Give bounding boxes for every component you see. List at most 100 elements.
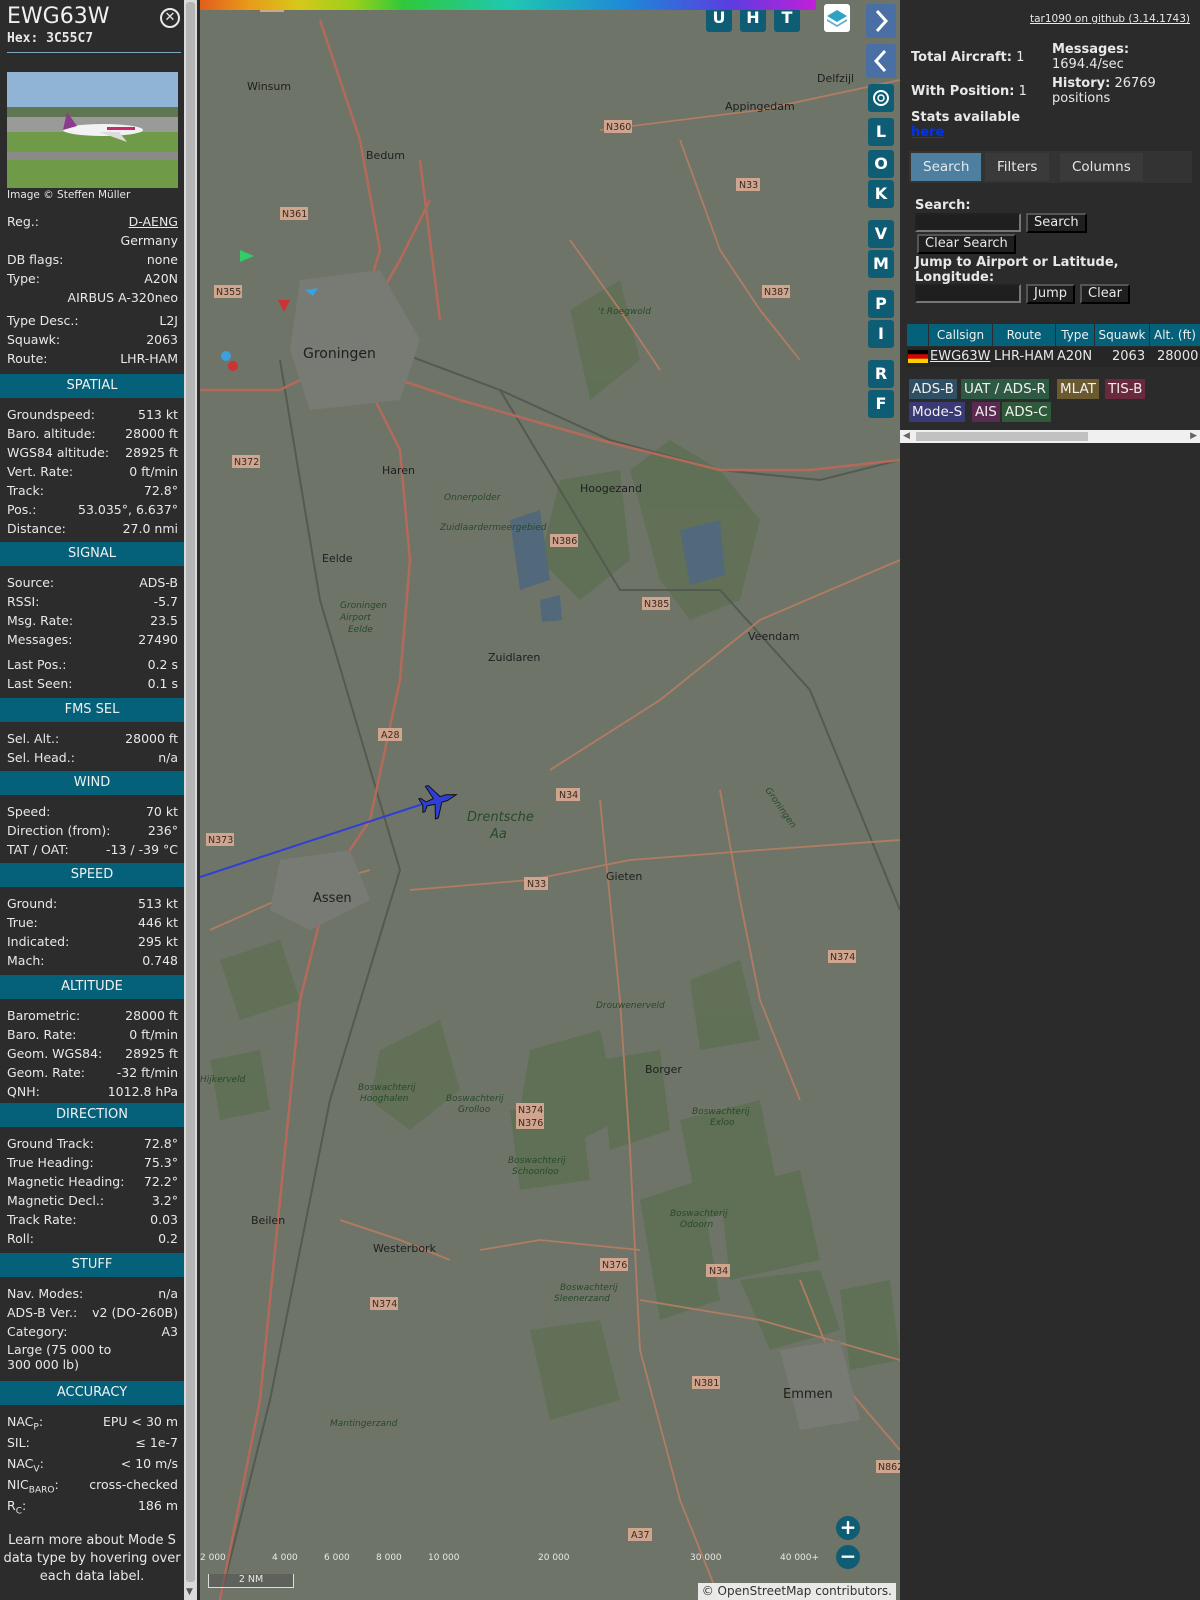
toggle-o-button[interactable]: O	[868, 150, 894, 178]
svg-text:Boswachterij: Boswachterij	[692, 1107, 750, 1117]
info-row: Sel. Alt.: 28000 ft	[7, 730, 178, 748]
table-header-squawk[interactable]: Squawk	[1095, 324, 1149, 346]
legend-mode-s[interactable]: Mode-S	[909, 402, 966, 422]
aircraft-marker[interactable]	[240, 250, 254, 262]
legend-ais[interactable]: AIS	[972, 402, 1000, 422]
total-aircraft-stat: Total Aircraft: 1	[911, 50, 1024, 65]
info-row-value: 236°	[147, 823, 178, 838]
svg-text:N33: N33	[527, 879, 546, 890]
info-row: Geom. WGS84: 28925 ft	[7, 1045, 178, 1063]
legend-ads-c[interactable]: ADS-C	[1002, 402, 1051, 422]
toggle-r-button[interactable]: R	[868, 360, 894, 388]
zoom-out-button[interactable]: −	[836, 1545, 860, 1569]
map-view[interactable]: Winsum Bedum Delfzijl Appingedam Groning…	[200, 0, 900, 1600]
info-row: True: 446 kt	[7, 914, 178, 932]
layers-icon[interactable]	[824, 4, 850, 32]
stats-label: Stats available	[911, 110, 1021, 125]
tab-columns[interactable]: Columns	[1060, 153, 1143, 181]
info-row: Track Rate: 0.03	[7, 1211, 178, 1229]
info-row: Nav. Modes: n/a	[7, 1285, 178, 1303]
search-button[interactable]: Search	[1026, 213, 1087, 233]
info-row-label: SIL:	[7, 1435, 30, 1450]
legend-tis-b[interactable]: TIS-B	[1105, 379, 1146, 399]
altitude-scale-labels: 2 000 4 000 6 000 8 000 10 000 20 000 30…	[200, 1553, 830, 1565]
selected-callsign: EWG63W	[7, 4, 110, 29]
stats-available: Stats available here	[911, 110, 1020, 140]
info-row-label: Vert. Rate:	[7, 464, 74, 479]
tab-search[interactable]: Search	[911, 153, 982, 181]
chevron-left-icon[interactable]	[866, 44, 896, 78]
table-horizontal-scrollbar[interactable]: ◀ ▶	[900, 430, 1200, 443]
table-header-altitude[interactable]: Alt. (ft)	[1150, 324, 1200, 346]
svg-text:Boswachterij: Boswachterij	[446, 1094, 504, 1104]
toggle-i-button[interactable]: I	[868, 320, 894, 348]
panel-tabs: Search Filters Columns	[909, 151, 1192, 183]
svg-text:N862: N862	[878, 1462, 900, 1473]
svg-text:Eelde: Eelde	[322, 552, 353, 565]
history-label: History:	[1052, 76, 1111, 91]
info-row-label: True:	[7, 915, 38, 930]
info-row-value: 446 kt	[138, 915, 178, 930]
section-header-wind: WIND	[0, 771, 184, 795]
info-row-value: 0 ft/min	[129, 464, 178, 479]
info-row-label: ADS-B Ver.:	[7, 1305, 78, 1320]
jump-input[interactable]	[915, 284, 1021, 303]
table-header-route[interactable]: Route	[993, 324, 1055, 346]
svg-text:Aa: Aa	[489, 827, 507, 842]
map-attribution[interactable]: © OpenStreetMap contributors.	[697, 1583, 896, 1600]
table-header-type[interactable]: Type	[1056, 324, 1094, 346]
gear-icon[interactable]	[868, 84, 894, 112]
jump-button[interactable]: Jump	[1026, 284, 1075, 304]
svg-text:N34: N34	[709, 1266, 728, 1277]
svg-text:Airport: Airport	[339, 613, 371, 623]
clear-search-button[interactable]: Clear Search	[917, 234, 1016, 254]
table-cell-callsign[interactable]: EWG63W	[930, 347, 991, 367]
info-row-label: Baro. Rate:	[7, 1027, 77, 1042]
zoom-in-button[interactable]: +	[836, 1516, 860, 1540]
info-row-label: RC:	[7, 1498, 27, 1517]
info-row: Roll: 0.2	[7, 1230, 178, 1248]
svg-text:Assen: Assen	[313, 891, 352, 906]
toggle-p-button[interactable]: P	[868, 290, 894, 318]
info-row-label: Type Desc.:	[7, 313, 79, 328]
info-row-label: QNH:	[7, 1084, 40, 1099]
info-row: Route: LHR-HAM	[7, 350, 178, 368]
info-row-value: L2J	[159, 313, 178, 328]
toggle-f-button[interactable]: F	[868, 390, 894, 418]
stats-link[interactable]: here	[911, 125, 944, 140]
aircraft-photo[interactable]	[7, 72, 178, 188]
svg-text:N385: N385	[644, 599, 669, 610]
toggle-v-button[interactable]: V	[868, 220, 894, 248]
info-row: Last Seen: 0.1 s	[7, 675, 178, 693]
registration-link[interactable]: D-AENG	[129, 213, 178, 231]
clear-button[interactable]: Clear	[1080, 284, 1130, 304]
tab-filters[interactable]: Filters	[985, 153, 1050, 181]
chevron-right-icon[interactable]	[866, 4, 896, 38]
aircraft-marker[interactable]	[278, 300, 290, 312]
search-input[interactable]	[915, 213, 1021, 232]
legend-mlat[interactable]: MLAT	[1057, 379, 1099, 399]
info-row-label: True Heading:	[7, 1155, 94, 1170]
info-row-value: 513 kt	[138, 896, 178, 911]
altitude-scale-label: 2 000	[200, 1553, 226, 1563]
close-icon[interactable]: ✕	[160, 8, 180, 28]
info-row-value: -32 ft/min	[116, 1065, 178, 1080]
info-row-value: cross-checked	[89, 1477, 178, 1492]
info-row-label: Geom. Rate:	[7, 1065, 86, 1080]
svg-text:N372: N372	[234, 457, 259, 468]
toggle-m-button[interactable]: M	[868, 250, 894, 278]
legend-ads-b[interactable]: ADS-B	[909, 379, 957, 399]
svg-text:Odoorn: Odoorn	[680, 1220, 714, 1230]
altitude-color-bar	[200, 0, 816, 10]
toggle-k-button[interactable]: K	[868, 180, 894, 208]
table-header-callsign[interactable]: Callsign	[929, 324, 992, 346]
aircraft-marker[interactable]	[416, 778, 461, 821]
svg-text:N355: N355	[216, 287, 241, 298]
info-row-value: 0.03	[150, 1212, 178, 1227]
legend-uat-ads-r[interactable]: UAT / ADS-R	[961, 379, 1049, 399]
altitude-scale-label: 6 000	[324, 1553, 350, 1563]
info-row-value: 72.2°	[143, 1174, 178, 1189]
github-link[interactable]: tar1090 on github (3.14.1743)	[1030, 13, 1190, 25]
sidebar-scrollbar[interactable]: ▼	[184, 0, 197, 1600]
toggle-l-button[interactable]: L	[868, 118, 894, 146]
